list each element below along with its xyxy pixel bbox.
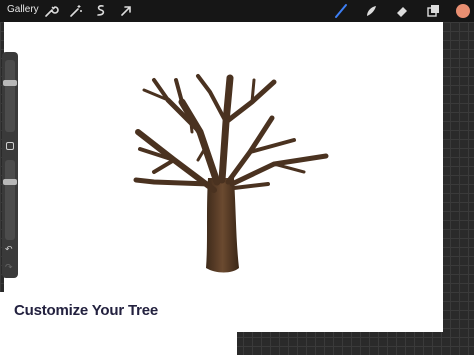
brush-icon[interactable] [332,2,350,20]
magic-wand-icon[interactable] [67,2,85,20]
modify-button[interactable] [6,142,14,150]
gallery-button[interactable]: Gallery [7,4,39,15]
transform-arrow-icon[interactable] [117,2,135,20]
sidebar-panel: ↶ ↷ [2,52,18,278]
selection-icon[interactable] [92,2,110,20]
undo-icon[interactable]: ↶ [5,244,13,254]
canvas-caption: Customize Your Tree [14,302,159,319]
redo-icon[interactable]: ↷ [5,262,13,272]
smudge-icon[interactable] [362,2,380,20]
eraser-icon[interactable] [393,2,411,20]
opacity-thumb[interactable] [3,178,17,185]
top-toolbar: Gallery [0,0,474,22]
color-swatch[interactable] [454,2,472,20]
brush-size-thumb[interactable] [3,79,17,86]
layers-icon[interactable] [424,2,442,20]
tree-illustration [133,74,329,273]
wrench-icon[interactable] [42,2,60,20]
opacity-slider[interactable] [5,160,15,240]
drawing-canvas[interactable] [4,22,443,332]
brush-size-slider[interactable] [5,60,15,132]
